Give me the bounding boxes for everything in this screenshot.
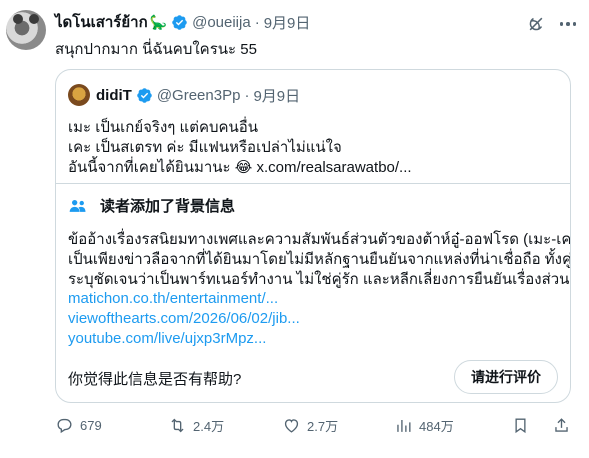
laughing-emoji: 😂 <box>234 159 253 176</box>
tweet: ไดโนเสาร์ย้าก 🦕 @oueiija · 9月9日 สนุกปากม… <box>0 0 589 458</box>
community-note-title: 读者添加了背景信息 <box>68 195 235 216</box>
avatar[interactable] <box>6 10 46 50</box>
note-line: เป็นเพียงข่าวลือจากที่ได้ยินมาโดยไม่มีหล… <box>68 251 571 268</box>
post-text: สนุกปากมาก นี่ฉันคบใครนะ 55 <box>55 41 257 58</box>
people-icon <box>69 199 86 212</box>
bookmark-icon <box>515 418 526 434</box>
verified-icon <box>172 14 187 30</box>
repost-count: 2.4万 <box>193 419 225 434</box>
note-source-link[interactable]: matichon.co.th/entertainment/... <box>68 290 278 307</box>
reply-icon <box>57 418 72 434</box>
like-icon <box>284 419 299 433</box>
like-count: 2.7万 <box>307 419 339 434</box>
views-count: 484万 <box>419 419 454 434</box>
quoted-date[interactable]: 9月9日 <box>253 85 300 106</box>
views-button[interactable]: 484万 <box>394 416 454 435</box>
share-button[interactable] <box>552 416 577 435</box>
quoted-header: didiT @Green3Pp · 9月9日 <box>96 85 300 106</box>
tweet-header: ไดโนเสาร์ย้าก 🦕 @oueiija · 9月9日 <box>55 12 310 32</box>
quoted-tweet[interactable]: didiT @Green3Pp · 9月9日 เมะ เป็นเกย์จริงๆ… <box>55 69 571 403</box>
author-display-name[interactable]: ไดโนเสาร์ย้าก <box>55 10 148 34</box>
separator-dot: · <box>244 87 250 104</box>
divider <box>56 183 570 184</box>
separator-dot: · <box>254 13 260 31</box>
community-note-body: ข้ออ้างเรื่องรสนิยมทางเพศและความสัมพันธ์… <box>68 230 571 290</box>
verified-icon <box>137 88 152 103</box>
quoted-link[interactable]: x.com/realsarawatbo/... <box>256 159 411 176</box>
note-line: ระบุชัดเจนว่าเป็นพาร์ทเนอร์ทำงาน ไม่ใช่ค… <box>68 271 571 288</box>
note-line: ข้ออ้างเรื่องรสนิยมทางเพศและความสัมพันธ์… <box>68 231 571 248</box>
rate-note-button[interactable]: 请进行评价 <box>454 360 558 394</box>
quoted-avatar[interactable] <box>68 84 90 106</box>
quoted-line-text: อันนี้จากที่เคยได้ยินมานะ <box>68 159 231 176</box>
repost-button[interactable]: 2.4万 <box>168 416 224 435</box>
note-source-link[interactable]: viewofthearts.com/2026/06/02/jib... <box>68 310 300 327</box>
author-handle[interactable]: @oueiija <box>192 14 251 31</box>
like-button[interactable]: 2.7万 <box>282 416 338 435</box>
reply-button[interactable]: 679 <box>55 416 102 435</box>
quoted-display-name[interactable]: didiT <box>96 87 132 104</box>
quoted-line: เคะ เป็นสเตรท ค่ะ มีแฟนหรือเปล่าไม่แน่ใจ <box>68 139 342 156</box>
views-icon <box>397 419 411 432</box>
quoted-text: เมะ เป็นเกย์จริงๆ แต่คบคนอื่น เคะ เป็นสเ… <box>68 118 412 178</box>
bookmark-button[interactable] <box>511 416 536 435</box>
action-bar: 679 2.4万 2.7万 484万 <box>55 416 575 438</box>
quoted-line: อันนี้จากที่เคยได้ยินมานะ 😂 x.com/realsa… <box>68 158 412 178</box>
more-icon[interactable] <box>557 14 579 34</box>
note-source-link[interactable]: youtube.com/live/ujxp3rMpz... <box>68 330 266 347</box>
repost-icon <box>171 418 184 433</box>
dinosaur-emoji: 🦕 <box>149 13 168 30</box>
quoted-handle[interactable]: @Green3Pp <box>157 87 241 104</box>
community-note-title-text: 读者添加了背景信息 <box>100 198 236 215</box>
helpful-question: 你觉得此信息是否有帮助? <box>68 371 242 388</box>
quoted-line: เมะ เป็นเกย์จริงๆ แต่คบคนอื่น <box>68 119 259 136</box>
reply-count: 679 <box>80 418 102 433</box>
post-date[interactable]: 9月9日 <box>264 12 311 33</box>
grok-icon[interactable] <box>526 14 546 34</box>
share-icon <box>555 418 568 432</box>
